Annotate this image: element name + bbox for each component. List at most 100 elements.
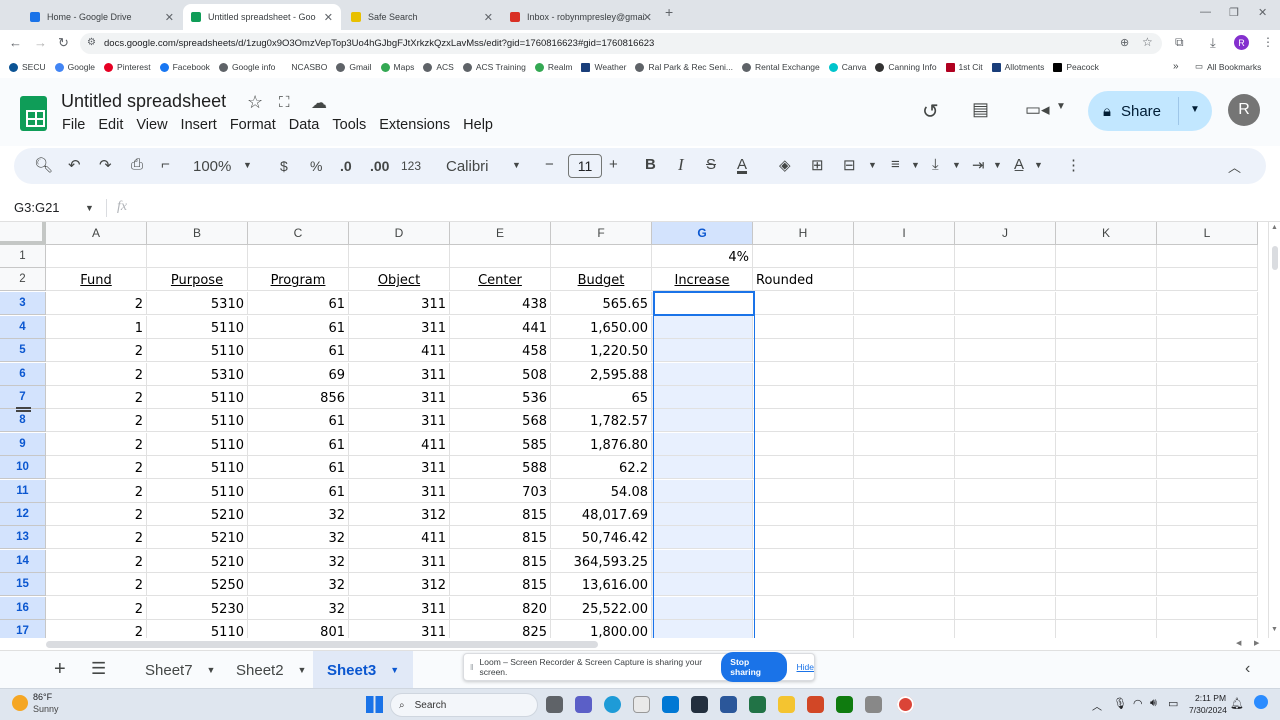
cell-j8[interactable] (955, 409, 1056, 433)
cell-c6[interactable]: 69 (248, 362, 349, 386)
menu-data[interactable]: Data (289, 117, 320, 133)
cell-c1[interactable] (248, 245, 349, 268)
hide-link[interactable]: Hide (797, 662, 814, 672)
cell-g1[interactable]: 4% (652, 245, 753, 268)
horizontal-scrollbar[interactable]: ◀ ▶ (46, 638, 1266, 650)
bookmark[interactable]: SECU (9, 62, 46, 72)
column-header-f[interactable]: F (551, 222, 652, 245)
cell-i1[interactable] (854, 245, 955, 268)
chevron-up-icon[interactable]: ︿ (1092, 698, 1102, 713)
vertical-scrollbar[interactable]: ▲ ▼ (1268, 222, 1280, 638)
cell-c4[interactable]: 61 (248, 315, 349, 339)
print-icon[interactable]: ⎙ (131, 156, 143, 173)
cell-a7[interactable]: 2 (46, 386, 147, 409)
cell-j1[interactable] (955, 245, 1056, 268)
merge-cells-icon[interactable]: ⊟ (843, 156, 856, 174)
cell-e7[interactable]: 536 (450, 386, 551, 409)
cell-d6[interactable]: 311 (349, 362, 450, 386)
row-header-11[interactable]: 11 (0, 479, 46, 503)
sheet-tab-sheet7[interactable]: Sheet7 ▼ (131, 651, 229, 689)
chevron-down-icon[interactable]: ▼ (207, 665, 216, 675)
cell-j11[interactable] (955, 479, 1056, 503)
bold-icon[interactable]: B (645, 156, 656, 173)
wifi-icon[interactable]: ◠ (1133, 697, 1143, 710)
cell-e1[interactable] (450, 245, 551, 268)
cell-b1[interactable] (147, 245, 248, 268)
format-currency-button[interactable]: $ (280, 158, 288, 174)
vertical-align-icon[interactable]: ⤓ (932, 156, 939, 173)
column-header-k[interactable]: K (1056, 222, 1157, 245)
cell-b8[interactable]: 5110 (147, 409, 248, 433)
cell-i3[interactable] (854, 292, 955, 316)
cell-a13[interactable]: 2 (46, 526, 147, 550)
menu-edit[interactable]: Edit (98, 117, 123, 133)
row-header-9[interactable]: 9 (0, 432, 46, 456)
cell-l14[interactable] (1157, 549, 1258, 573)
row-header-6[interactable]: 6 (0, 362, 46, 386)
horizontal-scroll-thumb[interactable] (46, 641, 598, 648)
cell-e17[interactable]: 825 (450, 620, 551, 638)
cell-i9[interactable] (854, 432, 955, 456)
cell-k13[interactable] (1056, 526, 1157, 550)
cell-l13[interactable] (1157, 526, 1258, 550)
cell-k7[interactable] (1056, 386, 1157, 409)
cell-b9[interactable]: 5110 (147, 432, 248, 456)
cell-f6[interactable]: 2,595.88 (551, 362, 652, 386)
temperature[interactable]: 86°F (33, 692, 52, 702)
cell-h6[interactable] (753, 362, 854, 386)
word-icon[interactable] (720, 696, 737, 713)
cell-i6[interactable] (854, 362, 955, 386)
menu-file[interactable]: File (62, 117, 85, 133)
menu-tools[interactable]: Tools (332, 117, 366, 133)
horizontal-align-icon[interactable]: ≡ (891, 156, 900, 173)
cell-k16[interactable] (1056, 596, 1157, 620)
cell-c5[interactable]: 61 (248, 339, 349, 363)
cell-j4[interactable] (955, 315, 1056, 339)
cell-e14[interactable]: 815 (450, 549, 551, 573)
cell-d8[interactable]: 311 (349, 409, 450, 433)
chevron-down-icon[interactable]: ▼ (298, 665, 307, 675)
cell-i2[interactable] (854, 268, 955, 292)
cell-h12[interactable] (753, 503, 854, 526)
cell-f1[interactable] (551, 245, 652, 268)
cell-a6[interactable]: 2 (46, 362, 147, 386)
sheet-tab-sheet3[interactable]: Sheet3 ▼ (313, 651, 414, 689)
chevron-down-icon[interactable]: ▼ (993, 160, 1002, 170)
file-explorer-icon[interactable] (778, 696, 795, 713)
search-menus-icon[interactable]: 🔍︎ (34, 156, 53, 174)
cell-d14[interactable]: 311 (349, 549, 450, 573)
cell-d5[interactable]: 411 (349, 339, 450, 363)
chevron-down-icon[interactable]: ▼ (868, 160, 877, 170)
new-tab-icon[interactable]: + (665, 4, 673, 20)
bookmark[interactable]: ACS (423, 62, 454, 72)
windows-start-icon[interactable] (366, 696, 383, 713)
cell-l16[interactable] (1157, 596, 1258, 620)
zoom-icon[interactable]: ⊕ (1120, 36, 1129, 49)
cell-i16[interactable] (854, 596, 955, 620)
cell-f4[interactable]: 1,650.00 (551, 315, 652, 339)
excel-icon[interactable] (749, 696, 766, 713)
cell-j13[interactable] (955, 526, 1056, 550)
row-header-2[interactable]: 2 (0, 268, 46, 292)
cell-i7[interactable] (854, 386, 955, 409)
cell-k9[interactable] (1056, 432, 1157, 456)
cell-f12[interactable]: 48,017.69 (551, 503, 652, 526)
more-bookmarks-icon[interactable]: » (1173, 61, 1179, 72)
cell-b11[interactable]: 5110 (147, 479, 248, 503)
row-header-14[interactable]: 14 (0, 549, 46, 573)
cell-e4[interactable]: 441 (450, 315, 551, 339)
cell-f13[interactable]: 50,746.42 (551, 526, 652, 550)
chevron-down-icon[interactable]: ▼ (512, 160, 521, 170)
cell-f14[interactable]: 364,593.25 (551, 549, 652, 573)
chevron-down-icon[interactable]: ▼ (85, 203, 94, 213)
cell-d12[interactable]: 312 (349, 503, 450, 526)
cell-k17[interactable] (1056, 620, 1157, 638)
cell-b3[interactable]: 5310 (147, 292, 248, 316)
cell-c11[interactable]: 61 (248, 479, 349, 503)
select-all-corner[interactable] (0, 222, 46, 245)
cell-k5[interactable] (1056, 339, 1157, 363)
cell-f16[interactable]: 25,522.00 (551, 596, 652, 620)
cell-i4[interactable] (854, 315, 955, 339)
cell-c8[interactable]: 61 (248, 409, 349, 433)
document-title[interactable]: Untitled spreadsheet (61, 91, 226, 112)
